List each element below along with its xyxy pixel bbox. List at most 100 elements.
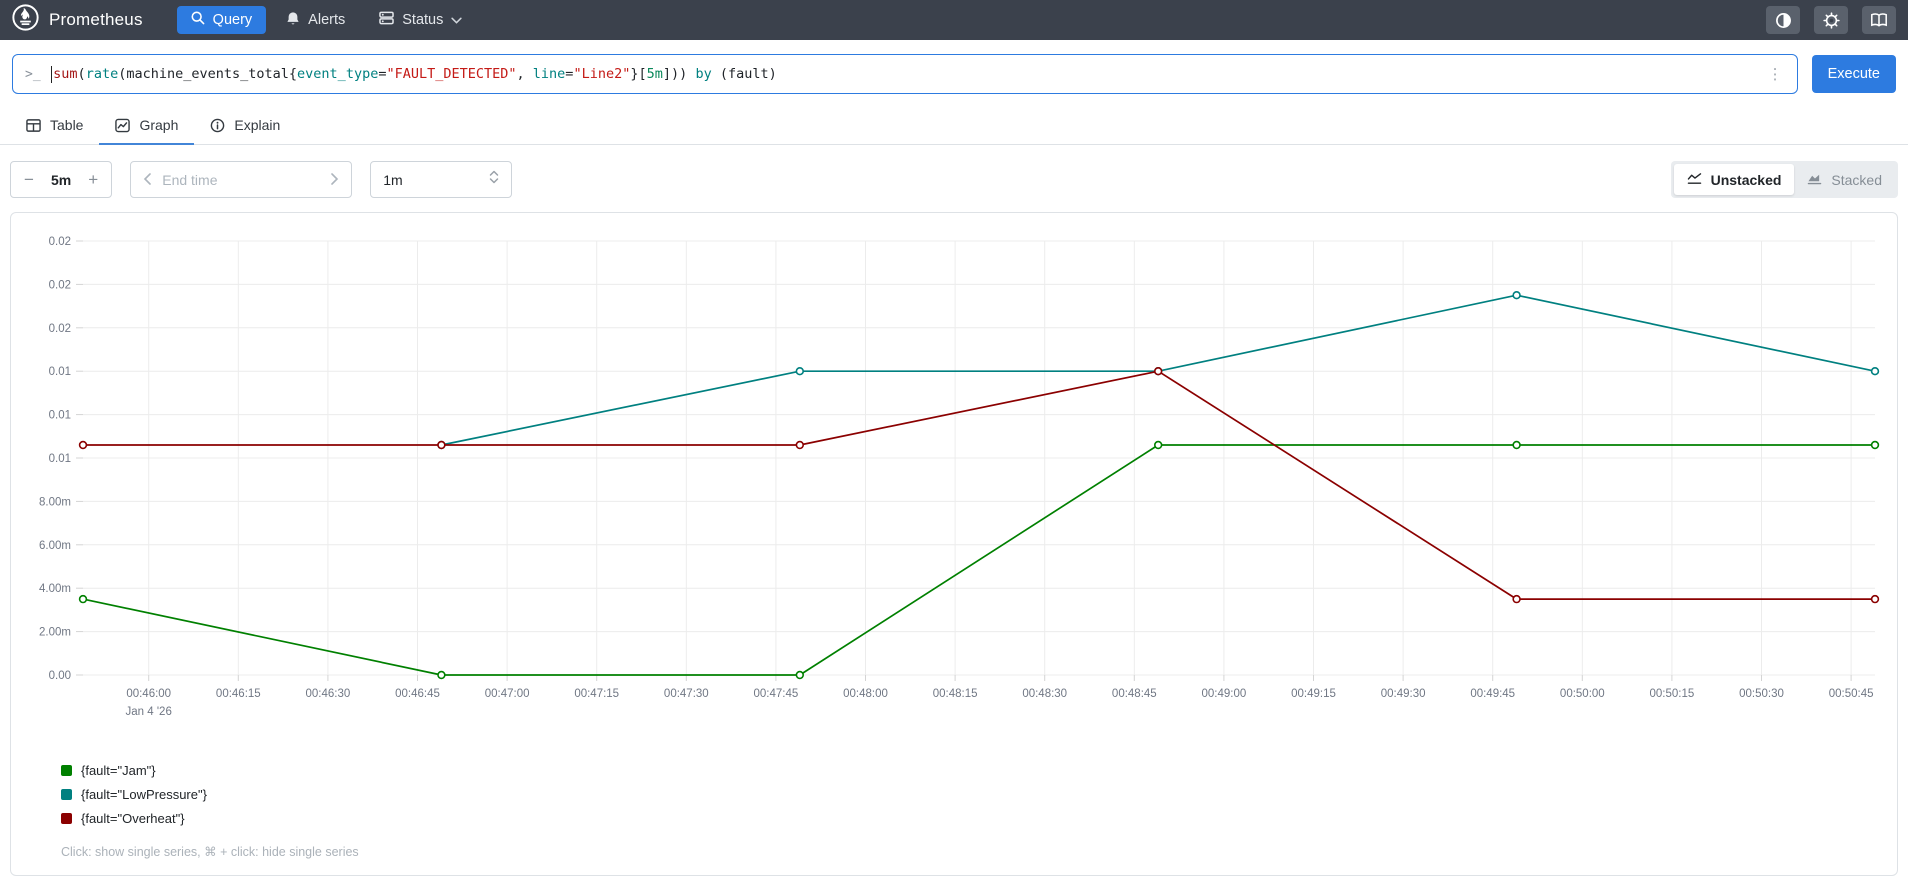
unstacked-button[interactable]: Unstacked <box>1673 164 1795 195</box>
svg-text:00:46:15: 00:46:15 <box>216 688 261 700</box>
svg-text:6.00m: 6.00m <box>39 540 71 552</box>
svg-text:00:49:15: 00:49:15 <box>1291 688 1336 700</box>
svg-text:00:50:45: 00:50:45 <box>1829 688 1874 700</box>
execute-button[interactable]: Execute <box>1811 55 1896 93</box>
range-decrease-button[interactable]: − <box>11 170 47 190</box>
svg-text:0.00: 0.00 <box>49 670 71 682</box>
bell-icon <box>286 11 300 30</box>
nav-item-status[interactable]: Status <box>365 6 476 34</box>
legend-item[interactable]: {fault="Overheat"} <box>61 811 1881 826</box>
docs-button[interactable] <box>1862 6 1896 34</box>
table-icon <box>26 118 41 133</box>
contrast-icon <box>1775 12 1792 29</box>
svg-text:00:48:00: 00:48:00 <box>843 688 888 700</box>
svg-text:00:50:30: 00:50:30 <box>1739 688 1784 700</box>
svg-text:00:49:00: 00:49:00 <box>1202 688 1247 700</box>
select-chevrons-icon <box>489 169 499 190</box>
svg-text:00:48:45: 00:48:45 <box>1112 688 1157 700</box>
text-caret <box>50 65 53 83</box>
svg-text:0.02: 0.02 <box>49 279 71 291</box>
unstacked-label: Unstacked <box>1710 171 1782 188</box>
svg-text:00:48:30: 00:48:30 <box>1022 688 1067 700</box>
svg-text:00:49:45: 00:49:45 <box>1470 688 1515 700</box>
navbar: Prometheus Query Alerts Status <box>0 0 1908 40</box>
search-icon <box>191 11 205 29</box>
svg-text:00:47:30: 00:47:30 <box>664 688 709 700</box>
range-stepper: − 5m + <box>10 161 113 198</box>
nav-item-alerts[interactable]: Alerts <box>272 6 359 35</box>
svg-text:8.00m: 8.00m <box>39 496 71 508</box>
graph-controls: − 5m + End time 1m Unstacked Stacked <box>0 145 1908 212</box>
line-chart-icon <box>1687 172 1702 188</box>
query-row: >_ sum(rate(machine_events_total{event_t… <box>0 40 1908 104</box>
svg-text:0.02: 0.02 <box>49 236 71 248</box>
graph-canvas[interactable]: 0.02 0.02 0.02 0.01 0.01 0.01 8.00m 6.00m 4.00m 2… <box>27 225 1881 737</box>
resolution-value: 1m <box>383 171 403 188</box>
info-icon <box>210 118 225 133</box>
svg-text:00:47:45: 00:47:45 <box>754 688 799 700</box>
resolution-select[interactable]: 1m <box>370 161 513 198</box>
prometheus-logo-icon <box>12 4 39 36</box>
query-menu-kebab-icon[interactable]: ⋮ <box>1766 65 1785 83</box>
svg-text:0.02: 0.02 <box>49 323 71 335</box>
book-icon <box>1870 12 1888 28</box>
chevron-right-icon[interactable] <box>330 172 339 188</box>
svg-text:0.01: 0.01 <box>49 366 71 378</box>
svg-text:00:50:15: 00:50:15 <box>1650 688 1695 700</box>
terminal-prompt-icon: >_ <box>25 66 41 82</box>
svg-text:00:46:00: 00:46:00 <box>126 688 171 700</box>
app-title: Prometheus <box>49 10 143 29</box>
legend-hint: Click: show single series, ⌘ + click: hi… <box>61 845 359 859</box>
legend-swatch <box>61 813 72 824</box>
server-stack-icon <box>379 11 395 29</box>
tab-label: Graph <box>139 117 179 133</box>
tab-label: Table <box>50 117 84 133</box>
tab-table[interactable]: Table <box>10 108 99 144</box>
range-value[interactable]: 5m <box>47 172 75 188</box>
svg-text:00:46:30: 00:46:30 <box>306 688 351 700</box>
svg-text:00:50:00: 00:50:00 <box>1560 688 1605 700</box>
stacking-toggle: Unstacked Stacked <box>1670 161 1898 198</box>
range-increase-button[interactable]: + <box>75 170 111 190</box>
query-expression[interactable]: sum(rate(machine_events_total{event_type… <box>50 65 1756 83</box>
end-time-picker[interactable]: End time <box>130 161 353 198</box>
legend-item[interactable]: {fault="Jam"} <box>61 763 1881 778</box>
chevron-left-icon[interactable] <box>143 172 152 188</box>
area-chart-icon <box>1807 172 1822 188</box>
stacked-label: Stacked <box>1831 171 1882 188</box>
gear-icon <box>1822 11 1840 29</box>
svg-text:00:46:45: 00:46:45 <box>395 688 440 700</box>
nav-item-label: Query <box>212 12 253 28</box>
tab-explain[interactable]: Explain <box>194 108 296 144</box>
chevron-down-icon <box>451 12 463 28</box>
legend-swatch <box>61 789 72 800</box>
tab-label: Explain <box>234 117 281 133</box>
query-input[interactable]: >_ sum(rate(machine_events_total{event_t… <box>12 54 1798 94</box>
svg-text:00:47:15: 00:47:15 <box>574 688 619 700</box>
graph-icon <box>115 118 131 133</box>
svg-text:00:49:30: 00:49:30 <box>1381 688 1426 700</box>
legend: {fault="Jam"} {fault="LowPressure"} {fault… <box>61 763 1881 826</box>
svg-text:00:48:15: 00:48:15 <box>933 688 978 700</box>
svg-text:00:47:00: 00:47:00 <box>485 688 530 700</box>
legend-item[interactable]: {fault="LowPressure"} <box>61 787 1881 802</box>
svg-text:4.00m: 4.00m <box>39 583 71 595</box>
legend-label: {fault="Jam"} <box>81 763 156 778</box>
nav-item-query[interactable]: Query <box>176 6 267 34</box>
end-time-placeholder[interactable]: End time <box>162 172 320 188</box>
theme-toggle-button[interactable] <box>1766 6 1800 34</box>
legend-swatch <box>61 765 72 776</box>
graph-panel: 0.02 0.02 0.02 0.01 0.01 0.01 8.00m 6.00m 4.00m 2… <box>10 212 1898 876</box>
legend-label: {fault="Overheat"} <box>81 811 185 826</box>
tab-graph[interactable]: Graph <box>99 108 195 145</box>
stacked-button[interactable]: Stacked <box>1794 164 1895 195</box>
legend-label: {fault="LowPressure"} <box>81 787 207 802</box>
result-tabs: Table Graph Explain <box>0 108 1908 145</box>
settings-button[interactable] <box>1814 6 1848 34</box>
nav-item-label: Status <box>402 12 444 28</box>
svg-text:Jan 4 '26: Jan 4 '26 <box>126 706 172 718</box>
svg-text:0.01: 0.01 <box>49 453 71 465</box>
nav-item-label: Alerts <box>308 12 346 28</box>
svg-text:2.00m: 2.00m <box>39 627 71 639</box>
svg-text:0.01: 0.01 <box>49 410 71 422</box>
